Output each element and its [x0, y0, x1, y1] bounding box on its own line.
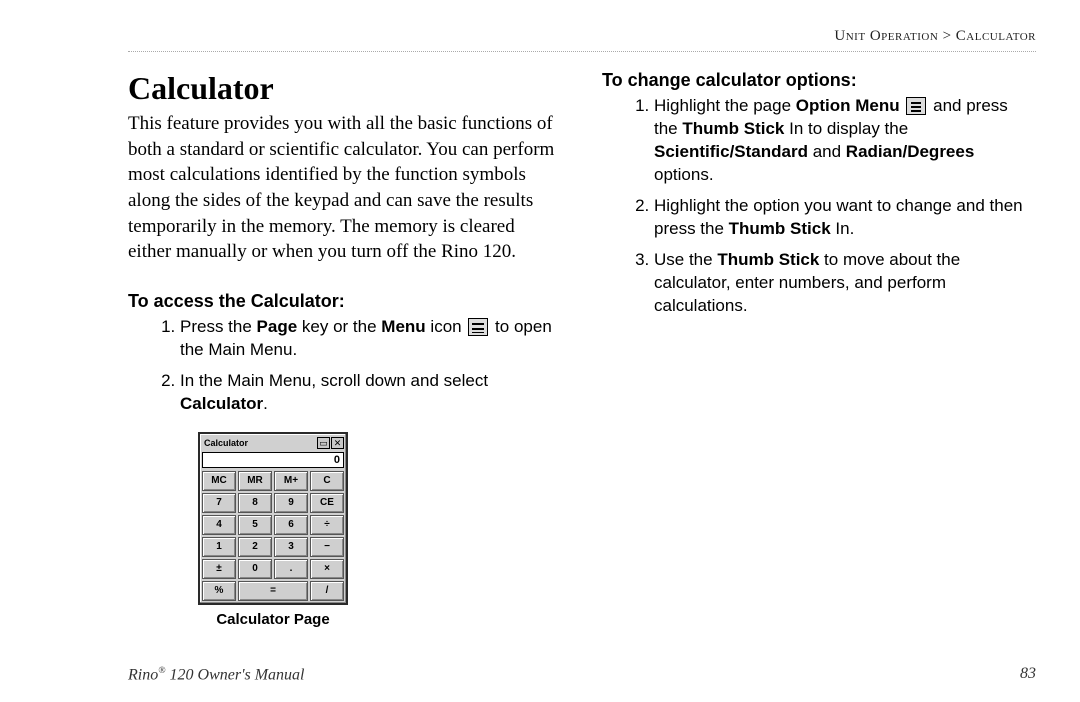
calc-key-9: 9	[274, 493, 308, 513]
access-step-2: In the Main Menu, scroll down and select…	[180, 370, 562, 416]
calculator-mock: Calculator ▭ ✕ 0 MC MR M+ C 7 8	[198, 432, 348, 605]
page-footer: Rino® 120 Owner's Manual 83	[128, 665, 1036, 684]
options-step-3: Use the Thumb Stick to move about the ca…	[654, 249, 1036, 318]
calc-key-dot: .	[274, 559, 308, 579]
manual-page: Unit Operation > Calculator Calculator T…	[0, 0, 1080, 702]
calc-key-6: 6	[274, 515, 308, 535]
options-step-1: Highlight the page Option Menu and press…	[654, 95, 1036, 187]
calc-key-c: C	[310, 471, 344, 491]
calc-keypad: MC MR M+ C 7 8 9 CE 4 5 6 ÷ 1 2	[202, 471, 344, 601]
options-steps: Highlight the page Option Menu and press…	[602, 95, 1036, 317]
breadcrumb-page: Calculator	[956, 28, 1036, 44]
calc-key-4: 4	[202, 515, 236, 535]
calc-key-5: 5	[238, 515, 272, 535]
calc-key-ce: CE	[310, 493, 344, 513]
calc-key-slash: /	[310, 581, 344, 601]
subhead-options: To change calculator options:	[602, 70, 1036, 91]
options-step-2: Highlight the option you want to change …	[654, 195, 1036, 241]
breadcrumb: Unit Operation > Calculator	[128, 28, 1036, 52]
calc-key-eq: =	[238, 581, 308, 601]
subhead-access: To access the Calculator:	[128, 291, 562, 312]
left-column: Calculator This feature provides you wit…	[128, 70, 562, 628]
calc-key-div: ÷	[310, 515, 344, 535]
calc-key-3: 3	[274, 537, 308, 557]
calc-key-pm: ±	[202, 559, 236, 579]
calc-title-buttons: ▭ ✕	[317, 437, 344, 449]
calc-key-0: 0	[238, 559, 272, 579]
breadcrumb-sep: >	[938, 28, 955, 44]
footer-pagenum: 83	[1020, 665, 1036, 684]
calc-key-7: 7	[202, 493, 236, 513]
calc-key-1: 1	[202, 537, 236, 557]
access-steps: Press the Page key or the Menu icon to o…	[128, 316, 562, 416]
calc-display: 0	[202, 452, 344, 468]
calc-titlebar: Calculator ▭ ✕	[202, 436, 344, 450]
calc-key-minus: −	[310, 537, 344, 557]
menu-icon	[468, 318, 488, 336]
option-menu-icon	[906, 97, 926, 115]
page-title: Calculator	[128, 70, 562, 107]
calc-caption: Calculator Page	[188, 611, 358, 628]
calc-key-2: 2	[238, 537, 272, 557]
intro-paragraph: This feature provides you with all the b…	[128, 111, 562, 265]
columns: Calculator This feature provides you wit…	[128, 70, 1036, 628]
calc-key-mr: MR	[238, 471, 272, 491]
calculator-figure: Calculator ▭ ✕ 0 MC MR M+ C 7 8	[188, 432, 358, 628]
calc-title: Calculator	[202, 438, 317, 448]
right-column: To change calculator options: Highlight …	[602, 70, 1036, 628]
calc-key-8: 8	[238, 493, 272, 513]
calc-sysbtn-2: ✕	[331, 437, 344, 449]
calc-key-mc: MC	[202, 471, 236, 491]
access-step-1: Press the Page key or the Menu icon to o…	[180, 316, 562, 362]
footer-manual: Rino® 120 Owner's Manual	[128, 665, 305, 684]
breadcrumb-section: Unit Operation	[834, 28, 938, 44]
calc-key-times: ×	[310, 559, 344, 579]
calc-key-mplus: M+	[274, 471, 308, 491]
calc-key-pct: %	[202, 581, 236, 601]
calc-sysbtn-1: ▭	[317, 437, 330, 449]
